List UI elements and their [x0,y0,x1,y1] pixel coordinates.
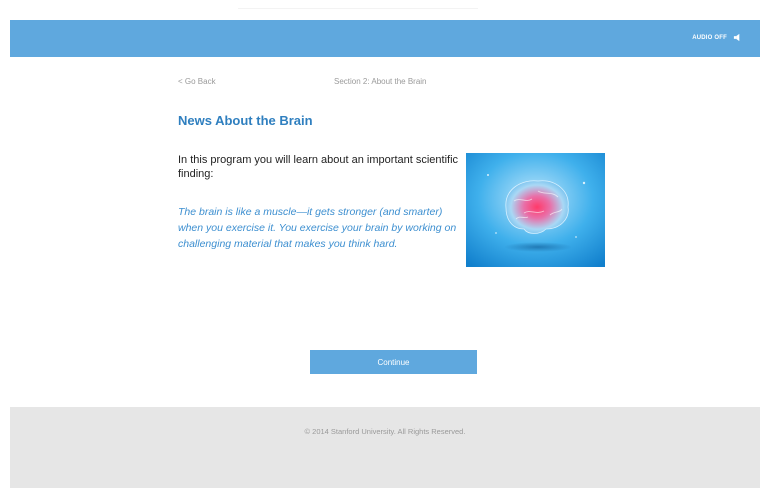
faded-header-remnant [238,0,478,9]
main-content: < Go Back Section 2: About the Brain New… [10,57,760,407]
brain-image [466,153,605,267]
app-header: AUDIO OFF [10,20,760,57]
audio-toggle[interactable]: AUDIO OFF [692,33,742,42]
copyright-text: © 2014 Stanford University. All Rights R… [304,427,466,436]
brain-quote: The brain is like a muscle—it gets stron… [178,206,457,250]
audio-label: AUDIO OFF [692,34,727,41]
browser-top-strip [0,0,770,20]
page-title: News About the Brain [178,113,313,128]
continue-button[interactable]: Continue [310,350,477,374]
intro-text: In this program you will learn about an … [178,154,459,180]
footer: © 2014 Stanford University. All Rights R… [10,407,760,488]
section-label: Section 2: About the Brain [334,77,427,86]
speaker-icon [733,33,742,42]
go-back-link[interactable]: < Go Back [178,77,216,86]
